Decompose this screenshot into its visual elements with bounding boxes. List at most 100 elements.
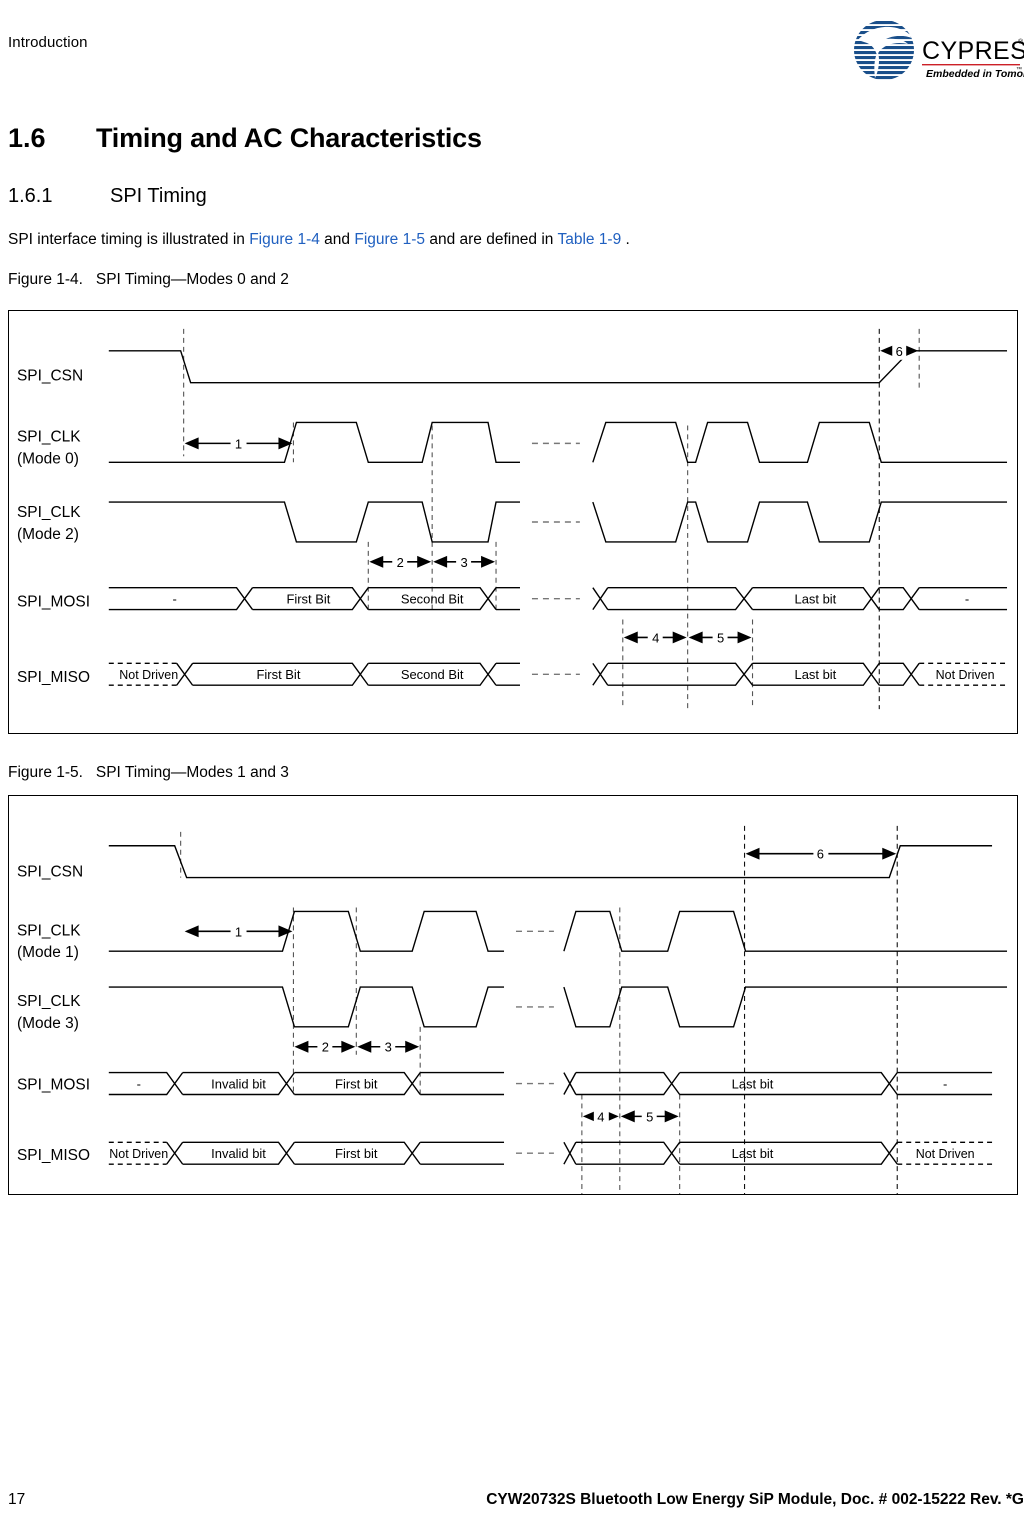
mosi2-cell-2: First bit (335, 1077, 378, 1092)
dimension-marker-3: 3 (433, 552, 496, 571)
logo-trademark-mark: ™ (1016, 66, 1022, 73)
footer-page-number: 17 (8, 1491, 26, 1508)
figure-1-4-svg: SPI_CSN SPI_CLK (Mode 0) SPI_CLK (Mode 2… (17, 328, 1008, 710)
svg-text:5: 5 (646, 1109, 653, 1124)
signal-label-miso: SPI_MISO (17, 669, 90, 686)
svg-text:4: 4 (597, 1109, 604, 1124)
logo-wordmark: CYPRESS (922, 37, 1024, 65)
dimension-marker-5-fig2: 5 (620, 1107, 679, 1126)
figure-1-4-caption: Figure 1-4. SPI Timing—Modes 0 and 2 (8, 271, 289, 289)
footer-document-reference: CYW20732S Bluetooth Low Energy SiP Modul… (486, 1491, 1024, 1508)
logo-tagline: Embedded in Tomorrow (926, 68, 1024, 80)
signal-label-clk-mode3-mode: (Mode 3) (17, 1015, 79, 1032)
page-header: Introduction CYPRES ® Embedded in Tomo ™ (8, 18, 1032, 98)
reference-lines (183, 328, 920, 710)
figure-1-4-caption-text: SPI Timing—Modes 0 and 2 (95, 271, 289, 288)
dimension-marker-1: 1 (184, 434, 293, 453)
figure-1-5-caption: Figure 1-5. SPI Timing—Modes 1 and 3 (8, 764, 289, 782)
logo-registered-mark: ® (1018, 38, 1024, 46)
section-heading: 1.6 Timing and AC Characteristics (8, 123, 908, 154)
waveform-clk-mode2 (108, 501, 1008, 543)
dimension-marker-2: 2 (369, 552, 432, 571)
intro-paragraph: SPI interface timing is illustrated in F… (8, 230, 968, 250)
section-number: 1.6 (8, 123, 46, 153)
svg-text:6: 6 (896, 344, 903, 359)
miso2-cell-4: Not Driven (916, 1147, 975, 1161)
section-title: Timing and AC Characteristics (96, 123, 482, 153)
intro-text-2: and (319, 231, 355, 248)
logo-rule (922, 64, 1020, 66)
dimension-marker-1-fig2: 1 (184, 922, 293, 941)
mosi2-cell-1: Invalid bit (211, 1077, 266, 1092)
waveform-clk-mode3 (108, 986, 1008, 1028)
dimension-marker-4-fig2: 4 (582, 1107, 619, 1126)
miso-cell-1: First Bit (257, 667, 301, 682)
svg-text:5: 5 (717, 630, 724, 645)
globe-icon (854, 20, 914, 80)
svg-text:6: 6 (817, 847, 824, 862)
signal-label-clk-mode0-name: SPI_CLK (17, 428, 81, 445)
mosi2-cell-4: - (943, 1077, 947, 1092)
svg-text:3: 3 (385, 1040, 392, 1055)
signal-label-mosi-2: SPI_MOSI (17, 1077, 90, 1094)
signal-label-clk-mode1-name: SPI_CLK (17, 922, 81, 939)
signal-label-mosi: SPI_MOSI (17, 594, 90, 611)
miso2-cell-2: First bit (335, 1146, 378, 1161)
svg-text:2: 2 (322, 1040, 329, 1055)
svg-text:1: 1 (235, 436, 242, 451)
svg-text:1: 1 (235, 924, 242, 939)
mosi2-cell-0: - (137, 1077, 141, 1092)
miso-cell-3: Last bit (795, 667, 837, 682)
waveform-csn-2 (108, 845, 993, 879)
page-footer: 17 CYW20732S Bluetooth Low Energy SiP Mo… (8, 1491, 1024, 1515)
waveform-mosi (108, 586, 1008, 611)
figure-1-5-caption-label: Figure 1-5. (8, 764, 83, 781)
waveform-csn (108, 350, 1008, 384)
dimension-marker-5: 5 (688, 628, 752, 647)
reference-lines-2 (180, 825, 898, 1194)
mosi-cell-3: Last bit (795, 592, 837, 607)
signal-label-csn: SPI_CSN (17, 368, 83, 385)
dimension-marker-6-fig2: 6 (745, 844, 897, 863)
signal-label-clk-mode0-mode: (Mode 0) (17, 450, 79, 467)
intro-text-3: and are defined in (425, 231, 558, 248)
mosi-cell-4: - (965, 592, 969, 607)
signal-label-clk-mode2-name: SPI_CLK (17, 504, 81, 521)
cypress-logo: CYPRESS ® Embedded in Tomorrow ™ (848, 18, 1032, 94)
figure-1-4-timing-diagram: SPI_CSN SPI_CLK (Mode 0) SPI_CLK (Mode 2… (8, 310, 1018, 734)
figure-1-5-caption-text: SPI Timing—Modes 1 and 3 (95, 764, 289, 781)
subsection-title: SPI Timing (110, 185, 207, 207)
mosi-cell-0: - (173, 592, 177, 607)
figure-1-4-caption-label: Figure 1-4. (8, 271, 83, 288)
figure-1-5-timing-diagram: SPI_CSN SPI_CLK (Mode 1) SPI_CLK (Mode 3… (8, 795, 1018, 1195)
signal-label-clk-mode2-mode: (Mode 2) (17, 526, 79, 543)
intro-text-1: SPI interface timing is illustrated in (8, 231, 250, 248)
signal-label-clk-mode3-name: SPI_CLK (17, 993, 81, 1010)
mosi-cell-2: Second Bit (401, 592, 464, 607)
running-header-chapter: Introduction (8, 34, 88, 51)
intro-text-4: . (621, 231, 630, 248)
xref-figure-1-5[interactable]: Figure 1-5 (354, 231, 425, 248)
figure-1-5-svg: SPI_CSN SPI_CLK (Mode 1) SPI_CLK (Mode 3… (17, 825, 1008, 1194)
miso2-cell-1: Invalid bit (211, 1146, 266, 1161)
subsection-heading: 1.6.1 SPI Timing (8, 185, 908, 208)
svg-text:3: 3 (460, 555, 467, 570)
xref-figure-1-4[interactable]: Figure 1-4 (249, 231, 320, 248)
miso-cell-4: Not Driven (936, 668, 995, 682)
dimension-marker-3-fig2: 3 (357, 1037, 420, 1056)
signal-label-csn-2: SPI_CSN (17, 864, 83, 881)
miso2-cell-3: Last bit (732, 1146, 774, 1161)
waveform-miso (108, 662, 1008, 686)
signal-label-clk-mode1-mode: (Mode 1) (17, 944, 79, 961)
svg-text:2: 2 (397, 555, 404, 570)
mosi2-cell-3: Last bit (732, 1077, 774, 1092)
miso2-cell-0: Not Driven (109, 1147, 168, 1161)
cypress-logo-svg: CYPRESS ® Embedded in Tomorrow ™ (854, 20, 1032, 80)
signal-label-miso-2: SPI_MISO (17, 1147, 90, 1164)
subsection-number: 1.6.1 (8, 185, 53, 207)
xref-table-1-9[interactable]: Table 1-9 (557, 231, 621, 248)
miso-cell-0: Not Driven (119, 668, 178, 682)
dimension-marker-2-fig2: 2 (294, 1037, 356, 1056)
dimension-marker-4: 4 (623, 628, 687, 647)
mosi-cell-1: First Bit (286, 592, 330, 607)
